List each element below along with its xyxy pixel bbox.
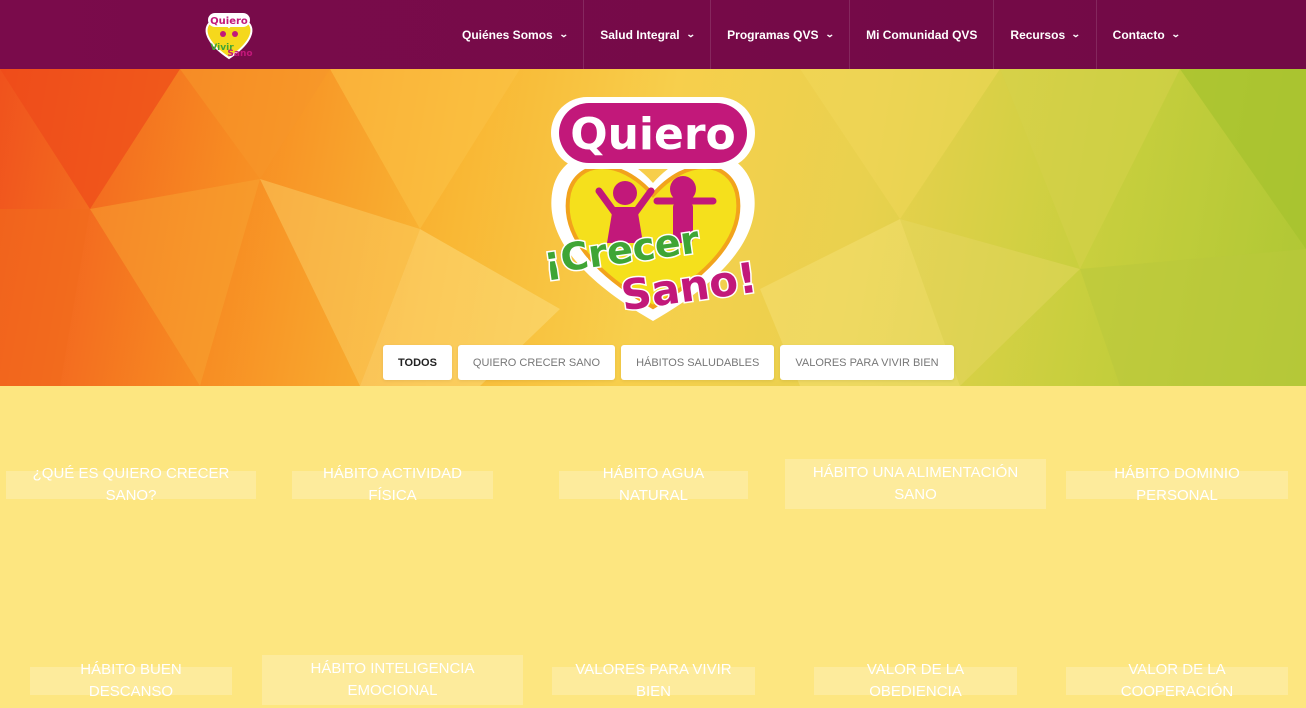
grid-item-habito-una-alimentacion-sano[interactable]: HÁBITO UNA ALIMENTACIÓN SANO: [785, 459, 1046, 509]
hero-logo: Quiero ¡Crecer Sano!: [539, 97, 761, 322]
chevron-down-icon: ⌄: [1170, 29, 1181, 39]
grid-item-valores-para-vivir-bien[interactable]: VALORES PARA VIVIR BIEN: [552, 661, 755, 700]
svg-text:Sano: Sano: [227, 49, 252, 59]
chevron-down-icon: ⌄: [558, 29, 569, 39]
grid-item-habito-dominio-personal[interactable]: HÁBITO DOMINIO PERSONAL: [1066, 465, 1288, 504]
grid-item-que-es-quiero-crecer-sano[interactable]: ¿QUÉ ES QUIERO CRECER SANO?: [6, 465, 256, 504]
filter-valores-para-vivir-bien[interactable]: VALORES PARA VIVIR BIEN: [780, 345, 954, 380]
nav-item-programas-qvs[interactable]: Programas QVS ⌄: [711, 0, 851, 69]
svg-text:Quiero: Quiero: [210, 16, 248, 27]
nav-item-quienes-somos[interactable]: Quiénes Somos ⌄: [446, 0, 585, 69]
grid-item-habito-inteligencia-emocional[interactable]: HÁBITO INTELIGENCIA EMOCIONAL: [262, 655, 523, 705]
nav-item-mi-comunidad-qvs[interactable]: Mi Comunidad QVS: [850, 0, 995, 69]
grid-item-habito-buen-descanso[interactable]: HÁBITO BUEN DESCANSO: [30, 661, 232, 700]
nav-item-contacto[interactable]: Contacto ⌄: [1097, 0, 1196, 69]
grid-item-habito-actividad-fisica[interactable]: HÁBITO ACTIVIDAD FÍSICA: [292, 465, 493, 504]
chevron-down-icon: ⌄: [824, 29, 835, 39]
nav-item-salud-integral[interactable]: Salud Integral ⌄: [584, 0, 712, 69]
hero-banner: Quiero ¡Crecer Sano! TODOS QUIERO CRECER…: [0, 69, 1306, 386]
grid-item-valor-de-la-obediencia[interactable]: VALOR DE LA OBEDIENCIA: [814, 661, 1017, 700]
top-navbar: Quiero Vivir Sano Quiénes Somos ⌄ Salud …: [0, 0, 1306, 69]
hero-logo-top-text: Quiero: [570, 109, 736, 160]
chevron-down-icon: ⌄: [685, 29, 696, 39]
grid-item-habito-agua-natural[interactable]: HÁBITO AGUA NATURAL: [559, 465, 748, 504]
chevron-down-icon: ⌄: [1070, 29, 1081, 39]
site-logo[interactable]: Quiero Vivir Sano: [198, 10, 260, 62]
grid-item-valor-de-la-cooperacion[interactable]: VALOR DE LA COOPERACIÓN: [1066, 661, 1288, 700]
filter-quiero-crecer-sano[interactable]: QUIERO CRECER SANO: [457, 345, 616, 380]
filter-todos[interactable]: TODOS: [383, 345, 452, 380]
category-filter-bar: TODOS QUIERO CRECER SANO HÁBITOS SALUDAB…: [383, 345, 954, 380]
main-menu: Quiénes Somos ⌄ Salud Integral ⌄ Program…: [446, 0, 1195, 69]
filter-habitos-saludables[interactable]: HÁBITOS SALUDABLES: [621, 345, 775, 380]
nav-item-recursos[interactable]: Recursos ⌄: [994, 0, 1097, 69]
